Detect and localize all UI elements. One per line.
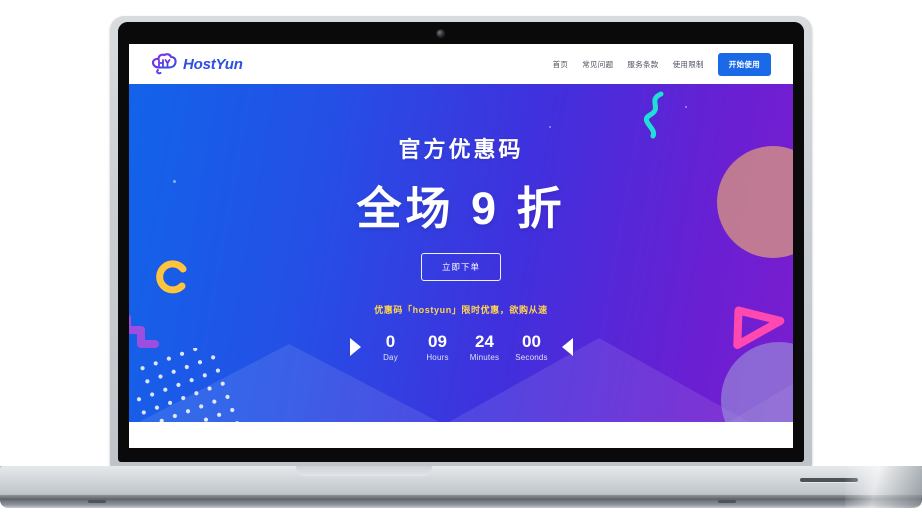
countdown-unit-seconds: 00 Seconds bbox=[515, 333, 549, 362]
laptop-bezel-top bbox=[118, 22, 804, 44]
countdown-value-day: 0 bbox=[385, 332, 396, 351]
countdown-unit-minutes: 24 Minutes bbox=[468, 333, 502, 362]
promo-code-text: 优惠码「hostyun」限时优惠，欲购从速 bbox=[374, 305, 548, 315]
screenshot-stage: HostYun 首页 常见问题 服务条款 使用限制 开始使用 官方优惠码 全场 … bbox=[0, 0, 922, 522]
site-header: HostYun 首页 常见问题 服务条款 使用限制 开始使用 bbox=[129, 44, 793, 84]
nav-link-faq[interactable]: 常见问题 bbox=[582, 59, 613, 70]
brand-name: HostYun bbox=[183, 55, 243, 73]
main-nav: 首页 常见问题 服务条款 使用限制 开始使用 bbox=[553, 52, 771, 76]
laptop-screen: HostYun 首页 常见问题 服务条款 使用限制 开始使用 官方优惠码 全场 … bbox=[129, 44, 793, 448]
website-viewport: HostYun 首页 常见问题 服务条款 使用限制 开始使用 官方优惠码 全场 … bbox=[129, 44, 793, 448]
webcam-icon bbox=[437, 30, 444, 37]
countdown-timer: 0 Day 09 Hours 24 Minutes 00 Seconds bbox=[349, 333, 573, 362]
nav-link-home[interactable]: 首页 bbox=[553, 59, 569, 70]
triangle-left-icon[interactable] bbox=[561, 338, 573, 357]
countdown-label-hours: Hours bbox=[426, 352, 449, 362]
order-now-button[interactable]: 立即下单 bbox=[420, 253, 501, 281]
countdown-unit-hours: 09 Hours bbox=[421, 333, 455, 362]
hero-headline: 全场 9 折 bbox=[356, 183, 566, 234]
countdown-value-hours: 09 bbox=[428, 332, 447, 351]
countdown-label-day: Day bbox=[383, 352, 398, 362]
laptop-base-notch bbox=[296, 466, 432, 476]
laptop-base-right-edge bbox=[845, 466, 922, 508]
brand-logo[interactable]: HostYun bbox=[151, 53, 243, 75]
laptop-mockup: HostYun 首页 常见问题 服务条款 使用限制 开始使用 官方优惠码 全场 … bbox=[0, 0, 922, 522]
hostyun-cloud-logo-icon bbox=[151, 53, 177, 75]
laptop-base-bottom bbox=[0, 500, 922, 508]
hero-content: 官方优惠码 全场 9 折 立即下单 优惠码「hostyun」限时优惠，欲购从速 … bbox=[129, 84, 793, 422]
page-bottom-area bbox=[129, 422, 793, 448]
triangle-right-icon[interactable] bbox=[349, 338, 361, 357]
nav-link-terms[interactable]: 服务条款 bbox=[627, 59, 658, 70]
hero-banner: 官方优惠码 全场 9 折 立即下单 优惠码「hostyun」限时优惠，欲购从速 … bbox=[129, 84, 793, 422]
countdown-value-seconds: 00 bbox=[522, 332, 541, 351]
countdown-label-minutes: Minutes bbox=[469, 352, 500, 362]
countdown-label-seconds: Seconds bbox=[515, 352, 548, 362]
nav-link-limits[interactable]: 使用限制 bbox=[673, 59, 704, 70]
countdown-value-minutes: 24 bbox=[475, 332, 494, 351]
hero-kicker: 官方优惠码 bbox=[398, 137, 524, 162]
get-started-button[interactable]: 开始使用 bbox=[717, 52, 771, 76]
countdown-unit-day: 0 Day bbox=[374, 333, 408, 362]
laptop-foot-left bbox=[88, 500, 106, 503]
laptop-foot-right bbox=[718, 500, 736, 503]
